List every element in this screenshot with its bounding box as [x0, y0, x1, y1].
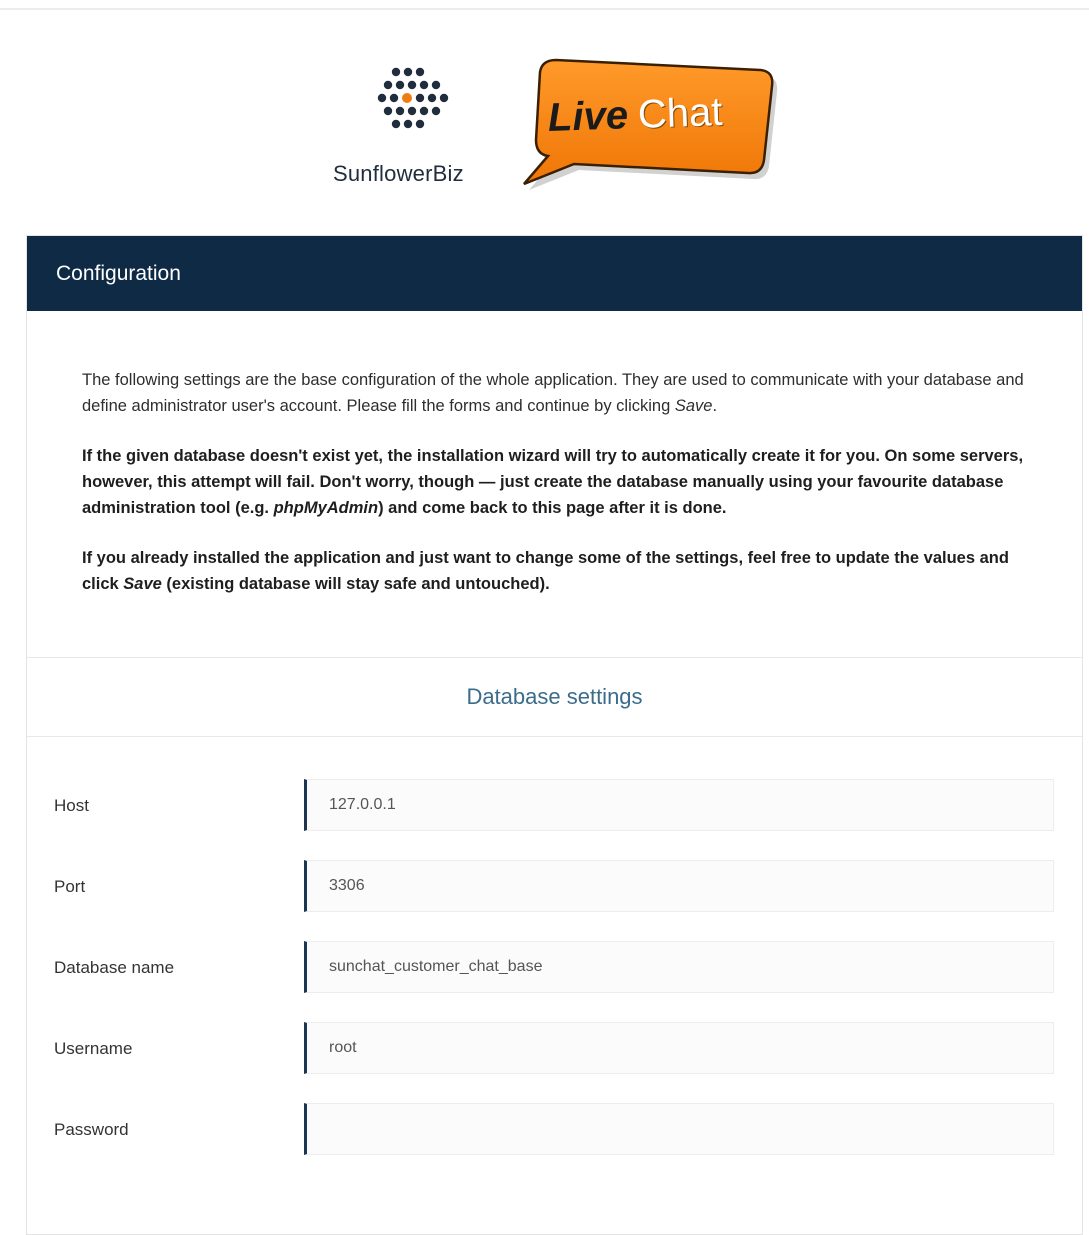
username-input[interactable] [304, 1022, 1054, 1074]
sunflowerbiz-logo: SunflowerBiz [330, 66, 510, 186]
logo-area: SunflowerBiz Live Chat [0, 0, 1089, 230]
intro-p1-text: The following settings are the base conf… [82, 371, 1024, 415]
host-row: Host [27, 779, 1082, 860]
intro-p3-end: (existing database will stay safe and un… [161, 575, 550, 593]
host-input[interactable] [304, 779, 1054, 831]
username-row: Username [27, 1022, 1082, 1103]
intro-p1-save: Save [674, 397, 713, 415]
database-name-input[interactable] [304, 941, 1054, 993]
password-row: Password [27, 1103, 1082, 1184]
password-input[interactable] [304, 1103, 1054, 1155]
badge-chat-text: Chat [637, 89, 724, 137]
intro-p2-phpmyadmin: phpMyAdmin [273, 499, 379, 517]
database-name-row: Database name [27, 941, 1082, 1022]
port-label: Port [54, 877, 86, 896]
port-row: Port [27, 860, 1082, 941]
username-label: Username [54, 1039, 133, 1058]
database-settings-heading: Database settings [27, 658, 1082, 736]
sunflower-dots-icon [377, 67, 449, 129]
intro-paragraph-3: If you already installed the application… [82, 545, 1027, 597]
intro-paragraph-1: The following settings are the base conf… [82, 367, 1027, 419]
badge-live-text: Live [547, 93, 629, 140]
brand-name: SunflowerBiz [333, 161, 464, 186]
database-name-label: Database name [54, 958, 175, 977]
panel-title: Configuration [27, 236, 1082, 311]
configuration-panel: Configuration The following settings are… [26, 235, 1083, 1235]
password-label: Password [54, 1120, 129, 1139]
database-settings-form: Host Port Database name Username Passwor… [27, 737, 1082, 1184]
intro-p2-end: ) and come back to this page after it is… [378, 499, 727, 517]
intro-text: The following settings are the base conf… [27, 311, 1082, 657]
intro-p1-end: . [712, 397, 718, 415]
port-input[interactable] [304, 860, 1054, 912]
host-label: Host [54, 796, 89, 815]
live-chat-badge-text: Live Chat [547, 90, 723, 141]
intro-paragraph-2: If the given database doesn't exist yet,… [82, 443, 1027, 521]
intro-p3-save: Save [123, 575, 162, 593]
